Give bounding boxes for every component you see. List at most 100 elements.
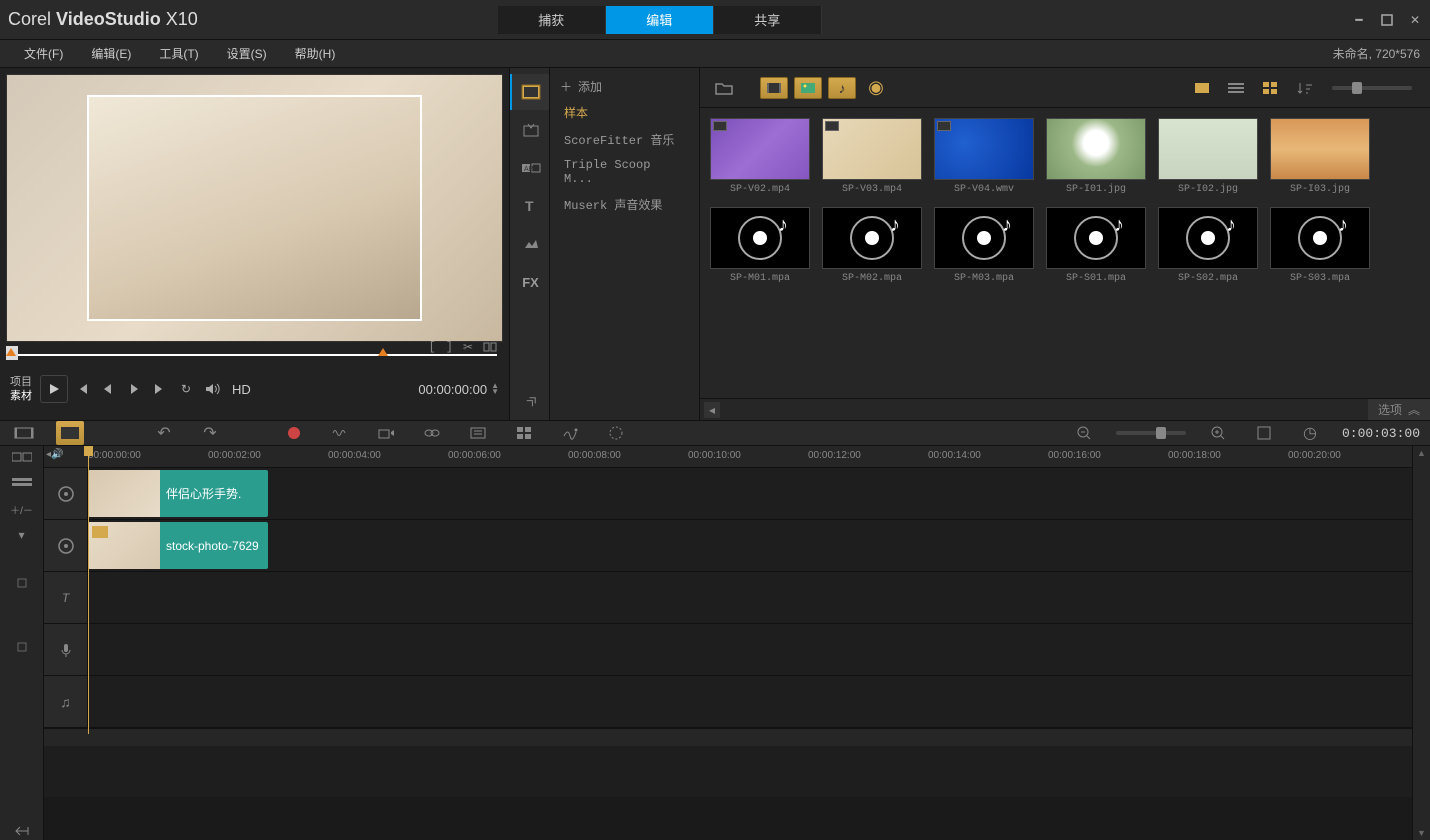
library-item[interactable]: SP-S01.mpa <box>1046 207 1146 284</box>
ripple-edit-icon-2[interactable] <box>8 638 36 656</box>
auto-music-icon[interactable] <box>372 421 400 445</box>
library-item[interactable]: SP-M03.mpa <box>934 207 1034 284</box>
scroll-down-icon[interactable]: ▼ <box>1417 828 1426 838</box>
import-folder-icon[interactable] <box>710 77 738 99</box>
menu-file[interactable]: 文件(F) <box>10 45 77 62</box>
library-item[interactable]: SP-V03.mp4 <box>822 118 922 195</box>
overlay-track-content[interactable]: stock-photo-7629 <box>88 520 1412 571</box>
music-track-content[interactable] <box>88 676 1412 727</box>
timeline-timecode[interactable]: 0:00:03:00 <box>1342 426 1420 441</box>
ruler-toggle-icon[interactable]: ◂🔊 <box>46 449 63 460</box>
track-view-icon-2[interactable] <box>8 474 36 492</box>
chapter-icon[interactable] <box>464 421 492 445</box>
hd-button[interactable]: HD <box>226 382 257 397</box>
library-item[interactable]: SP-M02.mpa <box>822 207 922 284</box>
track-motion-icon[interactable] <box>556 421 584 445</box>
preview-timecode[interactable]: 00:00:00:00 ▲▼ <box>418 382 499 397</box>
track-toggle-icon[interactable]: ＋/－ <box>8 500 36 518</box>
view-grid-icon[interactable] <box>1256 77 1284 99</box>
menu-edit[interactable]: 编辑(E) <box>77 45 145 62</box>
clip-2[interactable]: stock-photo-7629 <box>88 522 268 569</box>
slider-handle[interactable] <box>1352 82 1362 94</box>
category-scorefitter[interactable]: ScoreFitter 音乐 <box>550 126 699 153</box>
mark-in-icon[interactable]: [ <box>429 340 436 354</box>
mark-out-icon[interactable]: ] <box>446 340 453 354</box>
split-icon[interactable] <box>483 340 497 354</box>
mode-project[interactable]: 项目 <box>10 375 32 389</box>
title-track-content[interactable] <box>88 572 1412 623</box>
category-muserk[interactable]: Muserk 声音效果 <box>550 191 699 218</box>
mode-clip[interactable]: 素材 <box>10 389 32 403</box>
nav-instant-icon[interactable] <box>510 112 549 148</box>
nav-filter-icon[interactable]: FX <box>510 264 549 300</box>
subtitle-icon[interactable] <box>602 421 630 445</box>
nav-transition-icon[interactable]: AB <box>510 150 549 186</box>
add-folder-button[interactable]: ＋ 添加 <box>550 74 699 99</box>
zoom-handle[interactable] <box>1156 427 1166 439</box>
nav-media-icon[interactable] <box>510 74 549 110</box>
title-track-head[interactable]: T <box>44 572 88 623</box>
fit-project-icon[interactable] <box>1250 421 1278 445</box>
timeline-ruler[interactable]: ◂🔊 00:00:00:0000:00:02:0000:00:04:0000:0… <box>44 446 1412 468</box>
library-item[interactable]: SP-I01.jpg <box>1046 118 1146 195</box>
library-item[interactable]: SP-I03.jpg <box>1270 118 1370 195</box>
volume-button[interactable] <box>200 377 224 401</box>
nav-graphic-icon[interactable] <box>510 226 549 262</box>
next-frame-button[interactable] <box>122 377 146 401</box>
timeline-h-scrollbar[interactable] <box>44 728 1412 746</box>
options-button[interactable]: 选项 ︽ <box>1368 399 1430 420</box>
playhead[interactable] <box>88 446 89 734</box>
category-sample[interactable]: 样本 <box>550 99 699 126</box>
zoom-in-icon[interactable] <box>1204 421 1232 445</box>
library-item[interactable]: SP-V04.wmv <box>934 118 1034 195</box>
link-icon[interactable] <box>418 421 446 445</box>
play-button[interactable] <box>40 375 68 403</box>
voice-track-content[interactable] <box>88 624 1412 675</box>
menu-settings[interactable]: 设置(S) <box>213 45 281 62</box>
minimize-button[interactable]: ━ <box>1352 13 1366 27</box>
menu-tools[interactable]: 工具(T) <box>145 45 212 62</box>
ripple-edit-icon[interactable] <box>8 574 36 592</box>
music-track-head[interactable]: ♫ <box>44 676 88 727</box>
out-marker[interactable] <box>378 348 388 356</box>
loop-button[interactable]: ↻ <box>174 377 198 401</box>
filter-audio-icon[interactable]: ♪ <box>828 77 856 99</box>
clip-1[interactable]: 伴侣心形手势. <box>88 470 268 517</box>
zoom-out-icon[interactable] <box>1070 421 1098 445</box>
record-icon[interactable] <box>280 421 308 445</box>
filter-disc-icon[interactable]: ◉ <box>862 77 890 99</box>
goto-end-button[interactable] <box>148 377 172 401</box>
add-track-icon[interactable] <box>8 822 36 840</box>
library-item[interactable]: SP-S03.mpa <box>1270 207 1370 284</box>
overlay-track-head[interactable] <box>44 520 88 571</box>
thumb-size-slider[interactable] <box>1332 86 1412 90</box>
nav-expand-icon[interactable] <box>510 384 549 420</box>
video-track-head[interactable] <box>44 468 88 519</box>
library-item[interactable]: SP-S02.mpa <box>1158 207 1258 284</box>
scroll-up-icon[interactable]: ▲ <box>1417 448 1426 458</box>
track-chevron-icon[interactable]: ▾ <box>8 526 36 544</box>
close-button[interactable]: ✕ <box>1408 13 1422 27</box>
preview-video[interactable] <box>6 74 503 342</box>
audio-mixer-icon[interactable] <box>326 421 354 445</box>
video-track-content[interactable]: 伴侣心形手势. <box>88 468 1412 519</box>
scroll-left-icon[interactable]: ◂ <box>704 402 720 418</box>
duration-icon[interactable]: ◷ <box>1296 421 1324 445</box>
in-marker[interactable] <box>6 348 16 356</box>
multi-trim-icon[interactable] <box>510 421 538 445</box>
goto-start-button[interactable] <box>70 377 94 401</box>
library-item[interactable]: SP-V02.mp4 <box>710 118 810 195</box>
tab-edit[interactable]: 编辑 <box>606 6 714 34</box>
tab-capture[interactable]: 捕获 <box>498 6 606 34</box>
preview-mode-labels[interactable]: 项目 素材 <box>10 375 32 403</box>
storyboard-view-icon[interactable] <box>10 421 38 445</box>
prev-frame-button[interactable] <box>96 377 120 401</box>
redo-icon[interactable]: ↷ <box>196 421 224 445</box>
cut-icon[interactable]: ✂ <box>463 340 473 354</box>
library-item[interactable]: SP-I02.jpg <box>1158 118 1258 195</box>
track-view-icon-1[interactable] <box>8 448 36 466</box>
timeline-v-scrollbar[interactable]: ▲ ▼ <box>1412 446 1430 840</box>
library-item[interactable]: SP-M01.mpa <box>710 207 810 284</box>
category-triplescoop[interactable]: Triple Scoop M... <box>550 153 699 191</box>
menu-help[interactable]: 帮助(H) <box>281 45 350 62</box>
